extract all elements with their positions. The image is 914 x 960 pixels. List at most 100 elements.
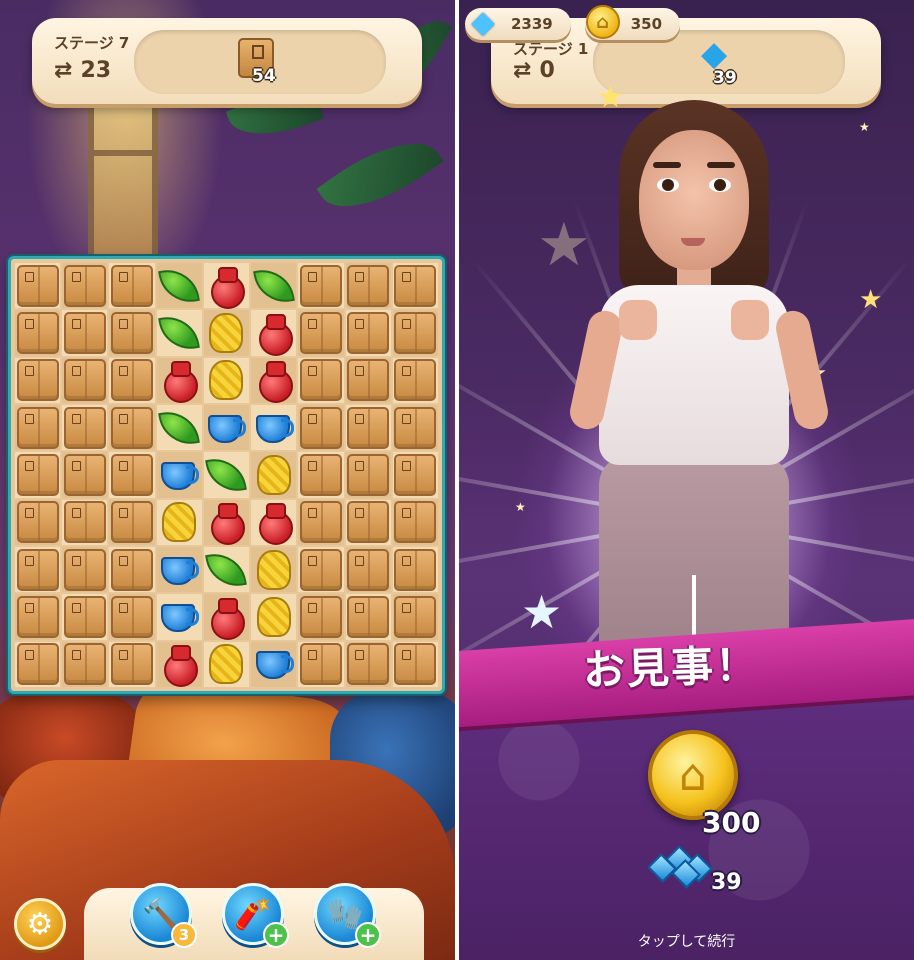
board-cell[interactable] xyxy=(251,641,297,687)
board-cell[interactable] xyxy=(345,499,391,545)
settings-button[interactable]: ⚙ xyxy=(14,898,66,950)
board-cell[interactable] xyxy=(62,499,108,545)
board-cell[interactable] xyxy=(298,641,344,687)
board-cell[interactable] xyxy=(156,310,202,356)
board-cell[interactable] xyxy=(298,594,344,640)
board-cell[interactable] xyxy=(345,263,391,309)
board-cell[interactable] xyxy=(62,263,108,309)
board-cell[interactable] xyxy=(15,404,61,451)
banner-title: お見事！ xyxy=(582,639,760,696)
board-cell[interactable] xyxy=(15,499,61,545)
board-cell[interactable] xyxy=(62,641,108,687)
board-cell[interactable] xyxy=(203,357,250,403)
board-cell[interactable] xyxy=(62,546,108,593)
hammer-booster-button[interactable]: 🔨 3 xyxy=(130,883,197,948)
cup-tile-icon xyxy=(159,555,200,585)
crate-tile-icon xyxy=(63,453,106,496)
level-complete-screen[interactable]: ステージ 1 ⇄ 0 ◆ 39 ◆ 2339 ⌂ 350 ★ ★ ★ ★ ★ ★… xyxy=(459,0,914,960)
board-cell[interactable] xyxy=(345,404,391,451)
glove-booster-button[interactable]: 🧤 + xyxy=(314,883,381,948)
board-cell[interactable] xyxy=(298,452,344,498)
board-cell[interactable] xyxy=(109,404,155,451)
board-cell[interactable] xyxy=(156,263,202,309)
board-cell[interactable] xyxy=(345,452,391,498)
board-cell[interactable] xyxy=(345,310,391,356)
crate-tile-icon xyxy=(394,264,437,307)
board-cell[interactable] xyxy=(109,499,155,545)
stage-label: ステージ 1 xyxy=(513,40,589,58)
board-cell[interactable] xyxy=(156,594,202,640)
board-cell[interactable] xyxy=(392,499,438,545)
board-cell[interactable] xyxy=(298,546,344,593)
firework-booster-button[interactable]: 🧨 + xyxy=(222,883,289,948)
gem-balance[interactable]: ◆ 2339 xyxy=(465,5,571,40)
board-cell[interactable] xyxy=(15,594,61,640)
board-cell[interactable] xyxy=(203,452,250,498)
match3-board[interactable] xyxy=(8,256,445,694)
board-cell[interactable] xyxy=(298,310,344,356)
board-cell[interactable] xyxy=(156,357,202,404)
board-cell[interactable] xyxy=(15,452,61,498)
board-cell[interactable] xyxy=(109,452,155,498)
board-cell[interactable] xyxy=(392,641,438,687)
goal-panel: 54 xyxy=(134,30,386,94)
board-cell[interactable] xyxy=(251,452,297,498)
board-cell[interactable] xyxy=(392,546,438,593)
board-cell[interactable] xyxy=(109,641,155,687)
board-cell[interactable] xyxy=(15,546,61,593)
board-cell[interactable] xyxy=(109,310,155,356)
board-cell[interactable] xyxy=(15,310,61,356)
board-cell[interactable] xyxy=(109,546,155,593)
board-cell[interactable] xyxy=(392,310,438,356)
board-cell[interactable] xyxy=(62,452,108,498)
board-cell[interactable] xyxy=(109,263,155,309)
coin-balance[interactable]: ⌂ 350 xyxy=(584,5,681,40)
board-cell[interactable] xyxy=(345,546,391,593)
board-cell[interactable] xyxy=(392,357,438,403)
tap-to-continue-text[interactable]: タップして続行 xyxy=(459,931,914,951)
crate-tile-icon xyxy=(299,501,342,544)
cup-tile-icon xyxy=(254,649,294,680)
board-cell[interactable] xyxy=(392,263,438,309)
board-cell[interactable] xyxy=(251,546,297,593)
board-cell[interactable] xyxy=(62,357,108,403)
board-cell[interactable] xyxy=(345,641,391,687)
board-cell[interactable] xyxy=(15,641,61,687)
board-cell[interactable] xyxy=(203,641,250,687)
board-cell[interactable] xyxy=(15,263,61,309)
board-cell[interactable] xyxy=(203,546,250,593)
board-cell[interactable] xyxy=(156,499,202,545)
board-cell[interactable] xyxy=(156,641,202,688)
board-cell[interactable] xyxy=(298,357,344,403)
board-cell[interactable] xyxy=(251,594,297,640)
board-cell[interactable] xyxy=(62,404,108,451)
board-cell[interactable] xyxy=(251,310,297,356)
board-cell[interactable] xyxy=(62,594,108,640)
board-cell[interactable] xyxy=(156,404,202,451)
vase-tile-icon xyxy=(209,503,246,546)
board-cell[interactable] xyxy=(251,499,297,546)
board-cell[interactable] xyxy=(345,594,391,640)
board-cell[interactable] xyxy=(345,357,391,403)
board-cell[interactable] xyxy=(392,452,438,498)
board-cell[interactable] xyxy=(109,594,155,640)
board-cell[interactable] xyxy=(298,263,344,309)
board-cell[interactable] xyxy=(392,594,438,640)
board-cell[interactable] xyxy=(156,452,202,498)
crate-tile-icon xyxy=(394,643,437,686)
board-cell[interactable] xyxy=(156,546,202,593)
board-cell[interactable] xyxy=(392,404,438,451)
board-cell[interactable] xyxy=(251,263,297,309)
board-cell[interactable] xyxy=(62,310,108,356)
board-cell[interactable] xyxy=(251,404,297,451)
board-cell[interactable] xyxy=(298,499,344,545)
board-cell[interactable] xyxy=(203,310,250,356)
board-cell[interactable] xyxy=(298,404,344,451)
board-cell[interactable] xyxy=(109,357,155,403)
board-cell[interactable] xyxy=(251,357,297,404)
board-cell[interactable] xyxy=(203,404,250,451)
board-cell[interactable] xyxy=(203,594,250,640)
board-cell[interactable] xyxy=(203,263,250,309)
board-cell[interactable] xyxy=(203,499,250,546)
board-cell[interactable] xyxy=(15,357,61,403)
